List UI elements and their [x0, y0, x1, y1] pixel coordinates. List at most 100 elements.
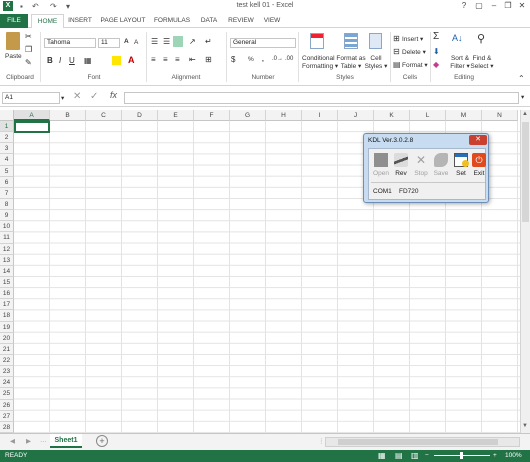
prev-sheet-icon[interactable]: ◀ [10, 437, 15, 445]
row-header[interactable]: 25 [0, 388, 14, 400]
bottom-align-icon[interactable] [173, 36, 183, 47]
row-header[interactable]: 2 [0, 132, 14, 144]
decrease-font-icon[interactable]: A [134, 39, 138, 46]
font-name-box[interactable]: Tahoma [44, 38, 96, 48]
row-header[interactable]: 22 [0, 355, 14, 367]
tab-file[interactable]: FILE [0, 14, 28, 28]
row-header[interactable]: 20 [0, 332, 14, 344]
row-header[interactable]: 17 [0, 299, 14, 311]
tab-view[interactable]: VIEW [260, 14, 284, 28]
column-header[interactable]: L [410, 110, 446, 121]
align-center-icon[interactable]: ≡ [163, 55, 168, 64]
row-header[interactable]: 9 [0, 210, 14, 222]
borders-icon[interactable]: ▦ [84, 56, 92, 65]
row-header[interactable]: 19 [0, 321, 14, 333]
redo-icon[interactable]: ↷ [50, 2, 57, 11]
orientation-icon[interactable]: ↗ [189, 37, 196, 46]
bold-icon[interactable]: B [47, 56, 53, 65]
column-header[interactable]: E [158, 110, 194, 121]
column-header[interactable]: B [50, 110, 86, 121]
column-header[interactable]: F [194, 110, 230, 121]
row-header[interactable]: 18 [0, 310, 14, 322]
copy-icon[interactable]: ❐ [25, 45, 32, 54]
format-as-table-icon[interactable] [344, 33, 358, 49]
find-select-icon[interactable]: ⚲ [477, 32, 485, 45]
tab-formulas[interactable]: FORMULAS [152, 14, 192, 28]
collapse-ribbon-icon[interactable]: ⌃ [518, 74, 525, 83]
increase-decimal-icon[interactable]: .0→ [272, 56, 283, 62]
find-select-button[interactable]: Find & Select ▾ [470, 55, 494, 70]
row-header[interactable]: 10 [0, 221, 14, 233]
row-header[interactable]: 12 [0, 243, 14, 255]
insert-cells-icon[interactable]: ⊞ [393, 34, 400, 43]
font-color-icon[interactable]: A [128, 55, 135, 65]
column-header[interactable]: A [14, 110, 50, 121]
maximize-button[interactable]: ❐ [502, 1, 514, 12]
active-cell[interactable] [14, 121, 50, 133]
row-header[interactable]: 4 [0, 154, 14, 166]
column-header[interactable]: G [230, 110, 266, 121]
fill-icon[interactable]: ⬇ [433, 47, 440, 56]
underline-icon[interactable]: U [69, 56, 75, 65]
formula-input[interactable] [124, 92, 519, 104]
customize-quick-access-icon[interactable]: ▾ [66, 2, 70, 11]
insert-function-button[interactable]: fx [110, 90, 117, 100]
row-header[interactable]: 16 [0, 288, 14, 300]
decrease-decimal-icon[interactable]: .00 [285, 56, 293, 62]
align-left-icon[interactable]: ≡ [151, 55, 156, 64]
column-header[interactable]: N [482, 110, 518, 121]
name-box-dropdown-icon[interactable]: ▾ [61, 94, 64, 102]
scroll-down-icon[interactable]: ▼ [522, 423, 528, 429]
kdl-exit-button[interactable]: ⏻ Exit [469, 151, 489, 181]
cut-icon[interactable]: ✂ [25, 32, 32, 41]
vertical-scroll-thumb[interactable] [522, 122, 529, 222]
tab-insert[interactable]: INSERT [66, 14, 94, 28]
scroll-up-icon[interactable]: ▲ [522, 111, 528, 117]
page-layout-view-icon[interactable]: ▤ [395, 450, 403, 462]
row-header[interactable]: 6 [0, 176, 14, 188]
expand-formula-bar-icon[interactable]: ▾ [521, 93, 524, 101]
format-painter-icon[interactable]: ✎ [25, 58, 32, 67]
indent-icon[interactable]: ⇤ [189, 55, 196, 64]
minimize-button[interactable]: – [488, 1, 500, 12]
conditional-formatting-icon[interactable] [310, 33, 324, 49]
row-header[interactable]: 23 [0, 366, 14, 378]
sheet-list-icon[interactable]: … [40, 437, 47, 444]
conditional-formatting-button[interactable]: Conditional Formatting ▾ [302, 55, 338, 70]
zoom-out-icon[interactable]: − [425, 450, 429, 462]
horizontal-scrollbar[interactable] [325, 437, 520, 447]
format-cells-icon[interactable]: ▤ [393, 60, 401, 69]
font-size-box[interactable]: 11 [98, 38, 120, 48]
increase-font-icon[interactable]: A [124, 38, 129, 45]
row-header[interactable]: 7 [0, 187, 14, 199]
tab-home[interactable]: HOME [31, 14, 64, 29]
row-header[interactable]: 21 [0, 343, 14, 355]
close-button[interactable]: ✕ [516, 1, 528, 12]
align-right-icon[interactable]: ≡ [175, 55, 180, 64]
format-cells-button[interactable]: Format ▾ [402, 61, 428, 69]
next-sheet-icon[interactable]: ▶ [26, 437, 31, 445]
insert-cells-button[interactable]: Insert ▾ [402, 35, 423, 43]
row-header[interactable]: 14 [0, 265, 14, 277]
row-header[interactable]: 28 [0, 421, 14, 433]
format-as-table-button[interactable]: Format as Table ▾ [336, 55, 366, 70]
sort-filter-icon[interactable]: A↓ [452, 33, 463, 43]
row-header[interactable]: 5 [0, 165, 14, 177]
confirm-entry-icon[interactable]: ✓ [90, 91, 98, 102]
column-header[interactable]: I [302, 110, 338, 121]
sort-filter-button[interactable]: Sort & Filter ▾ [448, 55, 472, 70]
row-header[interactable]: 24 [0, 377, 14, 389]
autosum-icon[interactable]: Σ [433, 31, 439, 42]
row-header[interactable]: 27 [0, 410, 14, 422]
ribbon-display-button[interactable]: ▢ [473, 1, 485, 12]
tab-review[interactable]: REVIEW [226, 14, 256, 28]
horizontal-scroll-thumb[interactable] [338, 439, 498, 445]
delete-cells-button[interactable]: Delete ▾ [402, 48, 426, 56]
new-sheet-icon[interactable]: + [96, 435, 108, 447]
accounting-format-icon[interactable]: $ [231, 55, 235, 64]
delete-cells-icon[interactable]: ⊟ [393, 47, 400, 56]
name-box[interactable]: A1 [2, 92, 60, 104]
hscroll-options-icon[interactable]: ⋮ [318, 437, 325, 445]
tab-data[interactable]: DATA [196, 14, 222, 28]
cell-styles-icon[interactable] [369, 33, 382, 49]
